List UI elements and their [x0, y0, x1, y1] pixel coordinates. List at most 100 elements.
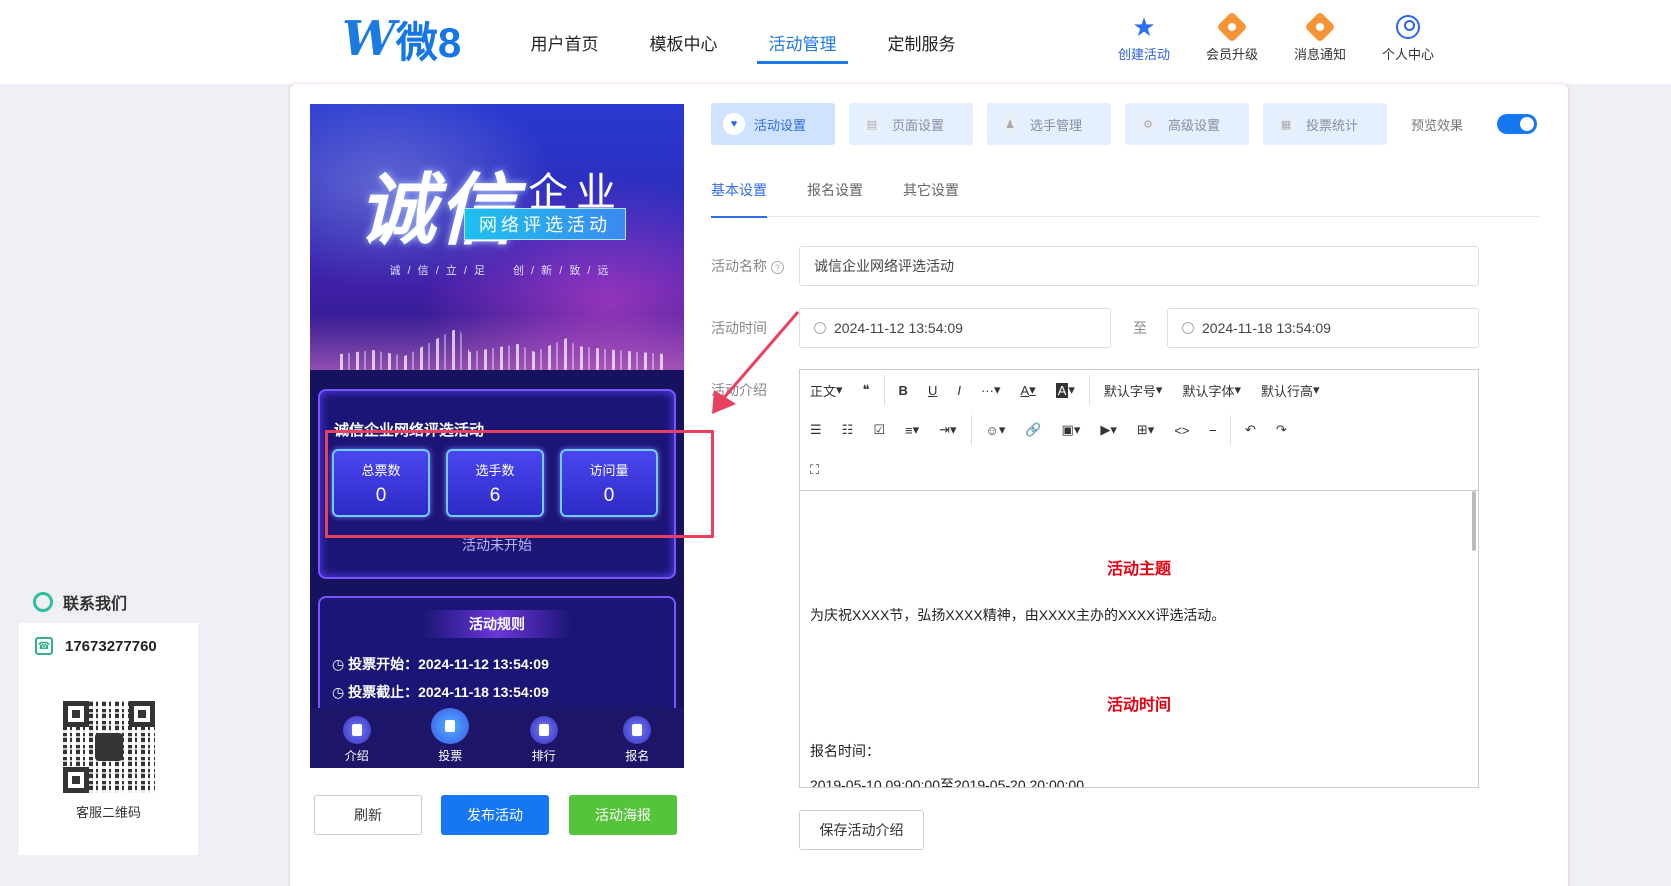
stat-players: 选手数 6 — [446, 449, 544, 517]
phone-number: 17673277760 — [65, 637, 157, 655]
emoji-icon[interactable]: ☺ ▾ — [976, 410, 1016, 450]
logo[interactable]: W 微8 — [342, 11, 461, 67]
tab-ranking[interactable]: 排行 — [497, 708, 591, 768]
contact-panel: 联系我们 ☎ 17673277760 客服二维码 — [19, 581, 198, 855]
main-nav: 用户首页 模板中心 活动管理 定制服务 — [505, 0, 981, 84]
activity-name-input[interactable]: 诚信企业网络评选活动 — [799, 246, 1479, 286]
font-size-dropdown[interactable]: 默认字号 ▾ — [1094, 370, 1173, 410]
tab-activity-settings[interactable]: ♥ 活动设置 — [711, 103, 835, 145]
redo-icon[interactable]: ↷ — [1266, 410, 1297, 450]
user-center-label: 个人中心 — [1381, 47, 1434, 62]
todo-icon[interactable]: ☑ — [863, 410, 895, 450]
activity-preview[interactable]: 诚信 企业 网络评选活动 诚 / 信 / 立 / 足 创 / 新 / 致 / 远… — [310, 104, 684, 768]
editor-toolbar-row-3: ⛶ — [800, 450, 829, 490]
logo-text: 微8 — [395, 18, 462, 66]
nav-item-custom-service[interactable]: 定制服务 — [862, 0, 981, 84]
preview-tabbar: 介绍 投票 排行 报名 — [310, 708, 684, 768]
align-icon[interactable]: ≡ ▾ — [895, 410, 929, 450]
subtab-signup[interactable]: 报名设置 — [807, 168, 863, 217]
divider-icon[interactable]: ⎯ — [1200, 410, 1227, 450]
editor-scrollbar[interactable] — [1472, 491, 1476, 551]
activity-intro-label: 活动介绍 — [711, 382, 767, 398]
undo-icon[interactable]: ↶ — [1235, 410, 1266, 450]
paragraph-style-dropdown[interactable]: 正文 ▾ — [800, 370, 853, 410]
fullscreen-icon[interactable]: ⛶ — [800, 450, 829, 490]
code-icon[interactable]: <> — [1164, 410, 1199, 450]
save-intro-button[interactable]: 保存活动介绍 — [799, 810, 924, 850]
activity-poster-button[interactable]: 活动海报 — [569, 795, 677, 835]
member-upgrade-label: 会员升级 — [1205, 47, 1258, 62]
tab-signup[interactable]: 报名 — [591, 708, 685, 768]
heart-icon: ♥ — [723, 113, 745, 135]
clock-icon — [814, 322, 826, 334]
stats-icon: ▦ — [1275, 113, 1297, 135]
city-skyline — [310, 314, 684, 370]
editor-content[interactable]: 活动主题 为庆祝XXXX节，弘扬XXXX精神，由XXXX主办的XXXX评选活动。… — [800, 490, 1478, 787]
tab-vote[interactable]: 投票 — [404, 708, 498, 768]
subtab-other[interactable]: 其它设置 — [903, 168, 959, 217]
content-heading-theme: 活动主题 — [1106, 561, 1171, 578]
content-paragraph-dates: 2019-05-10 09:00:00至2019-05-20 20:00:00 — [810, 777, 1084, 787]
tab-intro[interactable]: 介绍 — [310, 708, 404, 768]
font-color-icon[interactable]: A ▾ — [1010, 370, 1045, 410]
video-icon[interactable]: ▶ ▾ — [1090, 410, 1127, 450]
indent-icon[interactable]: ⇥ ▾ — [929, 410, 966, 450]
settings-subtabs: 基本设置 报名设置 其它设置 — [711, 168, 1541, 218]
underline-icon[interactable]: U — [918, 370, 947, 410]
qr-label: 客服二维码 — [75, 805, 141, 820]
end-time-input[interactable]: 2024-11-18 13:54:09 — [1167, 308, 1479, 348]
user-icon — [1396, 15, 1420, 39]
preview-banner: 诚信 企业 网络评选活动 诚 / 信 / 立 / 足 创 / 新 / 致 / 远 — [310, 104, 684, 370]
clock-icon — [1182, 322, 1194, 334]
start-time-input[interactable]: 2024-11-12 13:54:09 — [799, 308, 1111, 348]
font-family-dropdown[interactable]: 默认字体 ▾ — [1172, 370, 1251, 410]
user-center-button[interactable]: 个人中心 — [1364, 12, 1452, 63]
editor-toolbar-row-1: 正文 ▾ ❝ B U I ··· ▾ A ▾ A ▾ 默认字号 ▾ 默认字体 ▾ 默认行高 ▾ — [800, 370, 1330, 410]
help-icon[interactable]: ? — [771, 260, 784, 274]
bullet-list-icon[interactable]: ☰ — [800, 410, 832, 450]
table-icon[interactable]: ⊞ ▾ — [1127, 410, 1164, 450]
preview-toggle-label: 预览效果 — [1411, 117, 1464, 133]
background-color-icon[interactable]: A ▾ — [1046, 370, 1085, 410]
publish-activity-button[interactable]: 发布活动 — [441, 795, 549, 835]
banner-subtitle: 网络评选活动 — [464, 208, 626, 240]
content-paragraph-theme: 为庆祝XXXX节，弘扬XXXX精神，由XXXX主办的XXXX评选活动。 — [810, 607, 1226, 623]
bold-icon[interactable]: B — [889, 370, 918, 410]
refresh-button[interactable]: 刷新 — [314, 795, 422, 835]
stats-row: 总票数 0 选手数 6 访问量 0 — [332, 449, 658, 517]
banner-slogan: 诚 / 信 / 立 / 足 创 / 新 / 致 / 远 — [389, 265, 611, 277]
create-activity-button[interactable]: ★ 创建活动 — [1100, 12, 1188, 63]
line-height-dropdown[interactable]: 默认行高 ▾ — [1251, 370, 1330, 410]
nav-item-activity-management[interactable]: 活动管理 — [743, 0, 862, 84]
numbered-list-icon[interactable]: ☷ — [832, 410, 864, 450]
image-icon[interactable]: ▣ ▾ — [1052, 410, 1091, 450]
content-heading-time: 活动时间 — [1106, 697, 1171, 714]
more-icon[interactable]: ··· ▾ — [971, 370, 1011, 410]
rules-title: 活动规则 — [422, 610, 572, 638]
nav-item-templates[interactable]: 模板中心 — [624, 0, 743, 84]
tab-player-management[interactable]: ♟ 选手管理 — [987, 103, 1111, 145]
create-activity-label: 创建活动 — [1117, 47, 1170, 62]
preview-toggle[interactable] — [1497, 114, 1538, 134]
tab-page-settings[interactable]: ▤ 页面设置 — [849, 103, 973, 145]
quote-icon[interactable]: ❝ — [853, 370, 880, 410]
stat-value: 6 — [489, 484, 501, 506]
member-upgrade-button[interactable]: 会员升级 — [1188, 11, 1276, 63]
time-range-separator: 至 — [1133, 320, 1147, 336]
tab-vote-statistics[interactable]: ▦ 投票统计 — [1263, 103, 1387, 145]
tab-advanced-settings[interactable]: ⚙ 高级设置 — [1125, 103, 1249, 145]
settings-tabs: ♥ 活动设置 ▤ 页面设置 ♟ 选手管理 ⚙ 高级设置 ▦ 投票统计 预览效果 — [711, 103, 1538, 145]
header-tools: ★ 创建活动 会员升级 消息通知 个人中心 — [1100, 11, 1452, 63]
ranking-icon — [529, 716, 558, 744]
notifications-button[interactable]: 消息通知 — [1276, 11, 1364, 63]
subtab-basic[interactable]: 基本设置 — [711, 168, 767, 218]
italic-icon[interactable]: I — [947, 370, 971, 410]
contact-title: 联系我们 — [63, 596, 128, 613]
link-icon[interactable]: 🔗 — [1015, 410, 1051, 450]
rule-vote-end: ◷ 投票截止：2024-11-18 13:54:09 — [332, 684, 549, 700]
nav-item-home[interactable]: 用户首页 — [505, 0, 624, 84]
stat-value: 0 — [603, 484, 615, 506]
activity-title: 诚信企业网络评选活动 — [334, 422, 485, 439]
notifications-label: 消息通知 — [1293, 47, 1346, 62]
top-navigation-bar: W 微8 用户首页 模板中心 活动管理 定制服务 ★ 创建活动 会员升级 消息通… — [0, 0, 1671, 84]
